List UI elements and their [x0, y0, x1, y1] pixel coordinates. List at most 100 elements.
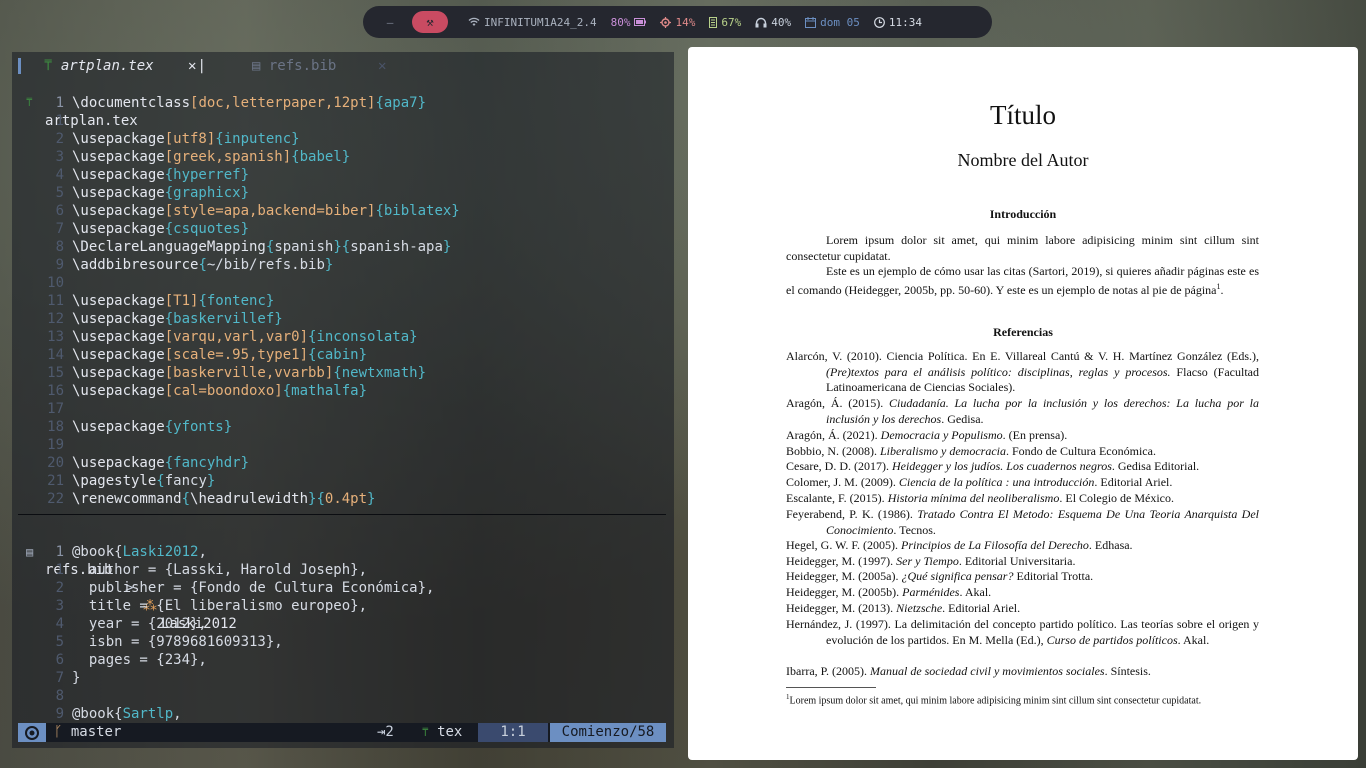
code-token: }: [367, 491, 376, 507]
line-number: 7: [55, 670, 64, 686]
line-number: 19: [47, 437, 64, 453]
line-content: \usepackage[utf8]{inputenc}: [72, 130, 300, 148]
clock-icon: [873, 16, 885, 28]
pdf-viewer[interactable]: Título Nombre del Autor Introducción Lor…: [688, 47, 1358, 760]
line-number: 1: [55, 544, 64, 560]
tab-refs-close[interactable]: ✕: [378, 56, 386, 76]
workspace-1[interactable]: —: [375, 11, 405, 33]
battery-indicator[interactable]: 80%: [611, 16, 647, 29]
code-token: [T1]: [164, 293, 199, 309]
code-token: ,: [173, 706, 182, 722]
date-indicator[interactable]: dom 05: [805, 16, 860, 29]
code-token: }{: [333, 239, 351, 255]
reference-entry: Ibarra, P. (2005). Manual de sociedad ci…: [786, 664, 1259, 680]
workspace-2[interactable]: ⚒: [412, 11, 448, 33]
code-token: \usepackage: [72, 419, 165, 435]
reference-title: Ser y Tiempo: [896, 554, 959, 568]
split-divider[interactable]: [18, 514, 666, 515]
reference-entry: Bobbio, N. (2008). Liberalismo y democra…: [786, 444, 1259, 460]
reference-entry: Aragón, Á. (2021). Democracia y Populism…: [786, 428, 1259, 444]
reference-publisher: . Editorial Ariel.: [942, 601, 1021, 615]
intro-paragraph-2: Este es un ejemplo de cómo usar las cita…: [786, 263, 1259, 298]
reference-text: Aragón, Á. (2015).: [786, 396, 890, 410]
clock-indicator[interactable]: 11:34: [873, 15, 922, 29]
line-number: 14: [47, 347, 64, 363]
date-value: dom 05: [820, 15, 860, 29]
memory-value: 67%: [721, 15, 742, 29]
reference-title: Ciudadanía. La lucha por la inclusión y …: [826, 396, 1259, 426]
reference-entry: Cesare, D. D. (2017). Heidegger y los ju…: [786, 459, 1259, 475]
line-content: \pagestyle{fancy}: [72, 472, 215, 490]
footnote: 1Lorem ipsum dolor sit amet, qui minim l…: [786, 691, 1259, 707]
volume-indicator[interactable]: 40%: [755, 16, 791, 29]
reference-title: Curso de partidos políticos: [1046, 632, 1178, 647]
line-content: \usepackage{csquotes}: [72, 220, 249, 238]
line-content: \usepackage{baskervillef}: [72, 310, 283, 328]
git-branch[interactable]: ᚴ master: [54, 723, 121, 742]
code-token: @book{: [72, 544, 123, 560]
reference-text: Heidegger, M. (2013).: [786, 601, 897, 615]
reference-publisher: . Editorial Ariel.: [1094, 475, 1173, 489]
line-content: isbn = {9789681609313},: [72, 633, 283, 651]
code-token: \usepackage: [72, 329, 165, 345]
wifi-icon: [468, 17, 480, 27]
code-token: }: [324, 257, 334, 273]
intro-paragraph-1: Lorem ipsum dolor sit amet, qui minim la…: [786, 233, 1259, 263]
branch-icon: ᚴ: [54, 724, 63, 740]
code-token: \usepackage: [72, 203, 165, 219]
line-number: 3: [55, 149, 64, 165]
code-token: {fontenc}: [198, 293, 275, 309]
line-number: 9: [55, 257, 64, 273]
code-token: spanish: [274, 239, 334, 255]
reference-title: Historia mínima del neoliberalismo: [887, 491, 1060, 505]
branch-label: master: [70, 724, 122, 740]
code-token: {mathalfa}: [282, 383, 368, 399]
line-number: 22: [47, 491, 64, 507]
code-token: [cal=boondoxo]: [164, 383, 283, 399]
code-token: \usepackage: [72, 311, 165, 327]
cpu-indicator[interactable]: 14%: [660, 16, 695, 29]
tab-refs-label: refs.bib: [268, 58, 337, 74]
code-token: \addbibresource: [72, 257, 199, 273]
line-number: 21: [47, 473, 64, 489]
tab-artplan[interactable]: ⍑ artplan.tex: [44, 56, 154, 76]
wifi-indicator[interactable]: INFINITUM1A24_2.4: [468, 16, 597, 29]
line-number: 16: [47, 383, 64, 399]
code-token: \usepackage: [72, 347, 165, 363]
memory-indicator[interactable]: 67%: [709, 16, 741, 29]
line-content: \usepackage[T1]{fontenc}: [72, 292, 274, 310]
code-token: {: [156, 473, 165, 489]
tex-code-area[interactable]: 1 \documentclass[doc,letterpaper,12pt]{ap…: [12, 94, 674, 508]
reference-publisher: . Gedisa Editorial.: [1111, 459, 1200, 473]
reference-publisher: . Akal.: [959, 585, 992, 599]
line-content: }: [72, 669, 80, 687]
para2-end: .: [1220, 283, 1224, 297]
code-token: {apa7}: [375, 95, 427, 111]
reference-title: ¿Qué significa pensar?: [901, 569, 1014, 583]
tab-refs[interactable]: ▤ refs.bib: [252, 56, 336, 76]
code-token: publisher = {Fondo de Cultura Económica}…: [72, 580, 435, 596]
reference-text: Alarcón, V. (2010). Ciencia Política. En…: [786, 349, 1259, 363]
line-number: 10: [47, 275, 64, 291]
tab-artplan-close[interactable]: ✕|: [188, 56, 206, 76]
volume-value: 40%: [771, 15, 792, 29]
code-token: {hyperref}: [164, 167, 250, 183]
code-token: }: [206, 473, 216, 489]
code-token: }{: [308, 491, 325, 507]
tex-file-icon: ⍑: [422, 726, 429, 739]
code-token: {biblatex}: [375, 203, 460, 219]
reference-title: Nietzsche: [896, 601, 943, 615]
code-token: \usepackage: [72, 131, 165, 147]
code-token: {graphicx}: [164, 185, 250, 201]
reference-publisher: Editorial Trotta.: [1013, 569, 1094, 583]
reference-entry: Aragón, Á. (2015). Ciudadanía. La lucha …: [786, 396, 1259, 427]
code-token: {inconsolata}: [308, 329, 418, 345]
line-content: author = {Lasski, Harold Joseph},: [72, 561, 367, 579]
bib-code-area[interactable]: 1 @book{Laski2012, 1 author = {Lasski, Har…: [12, 543, 674, 723]
reference-publisher: . (En prensa).: [1002, 428, 1068, 442]
reference-text: Heidegger, M. (2005b).: [786, 585, 903, 599]
time-value: 11:34: [888, 15, 922, 29]
reference-text: Heidegger, M. (2005a).: [786, 569, 902, 583]
reference-publisher: . El Colegio de México.: [1059, 491, 1175, 505]
reference-text: Cesare, D. D. (2017).: [786, 459, 892, 473]
